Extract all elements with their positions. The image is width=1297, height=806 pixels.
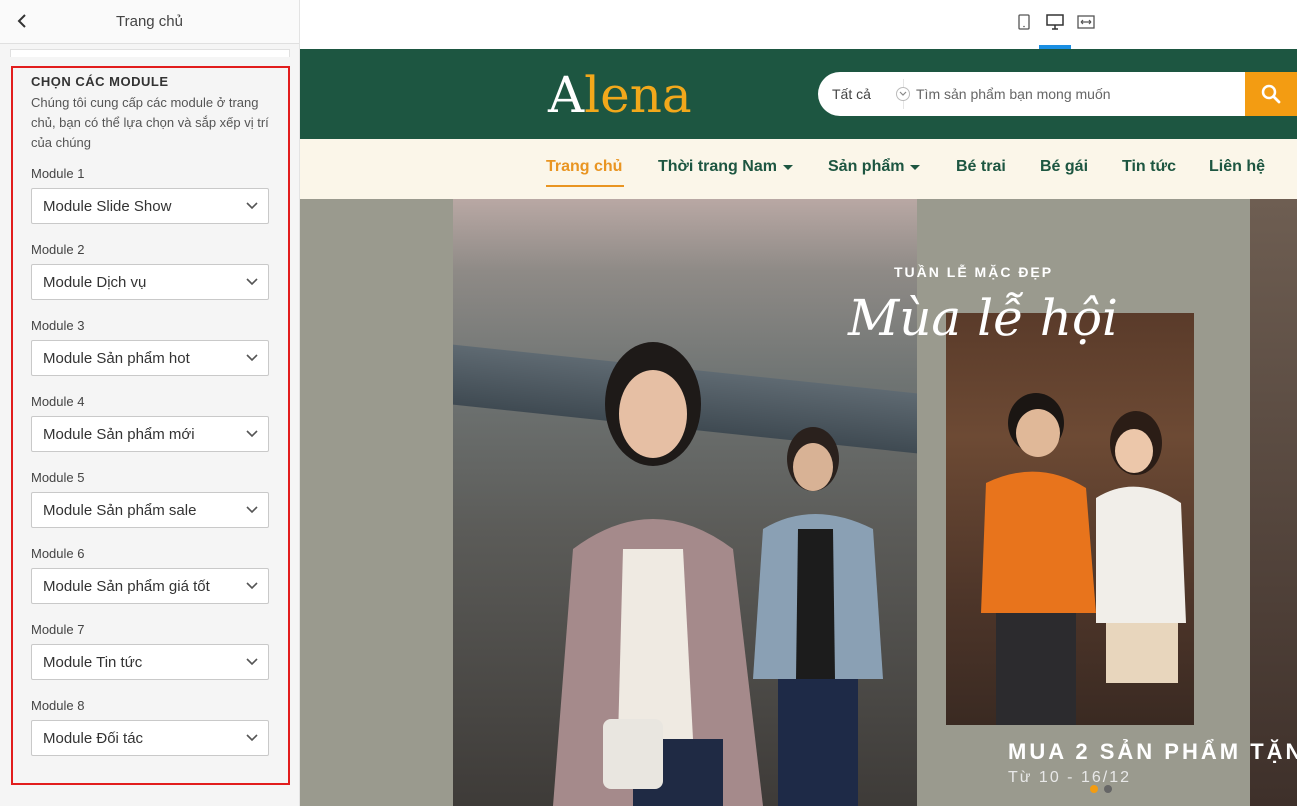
module-4-select[interactable]: Module Sản phẩm mới <box>31 416 269 452</box>
sidebar-header: Trang chủ <box>0 0 299 44</box>
select-value: Module Sản phẩm hot <box>43 349 190 367</box>
site-preview: Alena Tất cả Trang chủ Thời trang Nam Sả… <box>300 49 1297 806</box>
nav-item-girls[interactable]: Bé gái <box>1040 158 1088 176</box>
nav-item-contact[interactable]: Liên hệ <box>1209 158 1265 176</box>
nav-item-home[interactable]: Trang chủ <box>546 158 622 176</box>
theme-customizer: Trang chủ CHỌN CÁC MODULE Chúng tôi cung… <box>0 0 1297 806</box>
customizer-sidebar: Trang chủ CHỌN CÁC MODULE Chúng tôi cung… <box>0 0 300 806</box>
nav-label: Bé trai <box>956 158 1006 175</box>
banner-promo-date: Từ 10 - 16/12 <box>1008 769 1131 786</box>
sidebar-title: Trang chủ <box>116 13 183 30</box>
module-2-select[interactable]: Module Dịch vụ <box>31 264 269 300</box>
module-1-select[interactable]: Module Slide Show <box>31 188 269 224</box>
mobile-view-button[interactable] <box>1011 9 1037 35</box>
select-value: Module Đối tác <box>43 729 144 747</box>
slide-dot-2[interactable] <box>1104 785 1112 793</box>
nav-label: Tin tức <box>1122 158 1176 175</box>
desktop-icon <box>1046 14 1064 30</box>
nav-label: Thời trang Nam <box>658 158 777 175</box>
module-label: Module 3 <box>31 318 85 333</box>
nav-item-boys[interactable]: Bé trai <box>956 158 1006 176</box>
search-category-select[interactable]: Tất cả <box>818 79 910 109</box>
hero-slideshow[interactable]: TUẦN LỄ MẶC ĐẸP Mùa lễ hội MUA 2 SẢN PHẨ… <box>300 199 1297 806</box>
search-button[interactable] <box>1245 72 1297 116</box>
select-value: Module Slide Show <box>43 197 172 215</box>
chevron-down-icon <box>246 580 258 592</box>
select-value: Module Sản phẩm sale <box>43 501 197 519</box>
module-field-8: Module 8 Module Đối tác <box>31 697 270 773</box>
module-3-select[interactable]: Module Sản phẩm hot <box>31 340 269 376</box>
select-value: Module Sản phẩm mới <box>43 425 195 443</box>
logo-text: lena <box>584 66 692 124</box>
chevron-down-icon <box>246 276 258 288</box>
slide-dots <box>1090 785 1112 793</box>
main-nav: Trang chủ Thời trang Nam Sản phẩm Bé tra… <box>300 139 1297 199</box>
module-label: Module 8 <box>31 698 85 713</box>
mobile-icon <box>1018 14 1030 30</box>
banner-tagline-script: Mùa lễ hội <box>848 289 1119 347</box>
module-field-7: Module 7 Module Tin tức <box>31 621 270 697</box>
chevron-down-icon <box>246 732 258 744</box>
chevron-down-icon <box>246 352 258 364</box>
desktop-view-button[interactable] <box>1042 9 1068 35</box>
nav-label: Sản phẩm <box>828 158 905 175</box>
slide-dot-1[interactable] <box>1090 785 1098 793</box>
chevron-down-icon <box>246 428 258 440</box>
chevron-down-icon <box>896 87 910 101</box>
search-icon <box>1261 84 1281 104</box>
banner-promo-title: MUA 2 SẢN PHẨM TẶNG <box>1008 739 1297 764</box>
chevron-down-icon <box>246 504 258 516</box>
fullwidth-view-button[interactable] <box>1073 9 1099 35</box>
module-field-2: Module 2 Module Dịch vụ <box>31 241 270 317</box>
next-slide-peek <box>1250 199 1297 806</box>
module-label: Module 6 <box>31 546 85 561</box>
nav-item-products[interactable]: Sản phẩm <box>828 158 921 176</box>
device-toolbar <box>300 0 1297 49</box>
search-input[interactable] <box>904 74 1245 114</box>
module-label: Module 5 <box>31 470 85 485</box>
back-button[interactable] <box>12 10 32 32</box>
module-field-1: Module 1 Module Slide Show <box>31 165 270 241</box>
nav-item-news[interactable]: Tin tức <box>1122 158 1176 176</box>
module-label: Module 7 <box>31 622 85 637</box>
nav-active-underline <box>546 185 624 187</box>
man-figure-image <box>753 427 883 806</box>
module-8-select[interactable]: Module Đối tác <box>31 720 269 756</box>
caret-down-icon <box>782 164 793 170</box>
module-label: Module 2 <box>31 242 85 257</box>
module-field-4: Module 4 Module Sản phẩm mới <box>31 393 270 469</box>
nav-item-men-fashion[interactable]: Thời trang Nam <box>658 158 793 176</box>
logo-letter: A <box>548 66 585 124</box>
module-7-select[interactable]: Module Tin tức <box>31 644 269 680</box>
banner-tagline-small: TUẦN LỄ MẶC ĐẸP <box>894 264 1054 280</box>
module-field-6: Module 6 Module Sản phẩm giá tốt <box>31 545 270 621</box>
fullwidth-icon <box>1077 15 1095 29</box>
module-label: Module 4 <box>31 394 85 409</box>
sidebar-divider <box>10 49 290 57</box>
select-value: Module Sản phẩm giá tốt <box>43 577 210 595</box>
chevron-left-icon <box>17 14 26 28</box>
module-field-5: Module 5 Module Sản phẩm sale <box>31 469 270 545</box>
nav-label: Bé gái <box>1040 158 1089 175</box>
module-6-select[interactable]: Module Sản phẩm giá tốt <box>31 568 269 604</box>
site-header: Alena Tất cả <box>300 49 1297 139</box>
panel-description: Chúng tôi cung cấp các module ở trang ch… <box>31 95 269 150</box>
module-label: Module 1 <box>31 166 85 181</box>
search-bar: Tất cả <box>818 72 1297 116</box>
site-logo[interactable]: Alena <box>548 68 692 122</box>
module-5-select[interactable]: Module Sản phẩm sale <box>31 492 269 528</box>
caret-down-icon <box>910 164 921 170</box>
kids-figure-image <box>981 393 1186 725</box>
panel-heading: CHỌN CÁC MODULE <box>31 74 169 89</box>
nav-label: Trang chủ <box>546 158 623 175</box>
module-field-3: Module 3 Module Sản phẩm hot <box>31 317 270 393</box>
nav-label: Liên hệ <box>1209 158 1266 175</box>
search-category-value: Tất cả <box>832 86 871 102</box>
select-value: Module Dịch vụ <box>43 273 147 291</box>
select-value: Module Tin tức <box>43 653 143 671</box>
module-panel: CHỌN CÁC MODULE Chúng tôi cung cấp các m… <box>11 66 290 785</box>
chevron-down-icon <box>246 656 258 668</box>
banner-photo-kids <box>946 313 1194 725</box>
chevron-down-icon <box>246 200 258 212</box>
